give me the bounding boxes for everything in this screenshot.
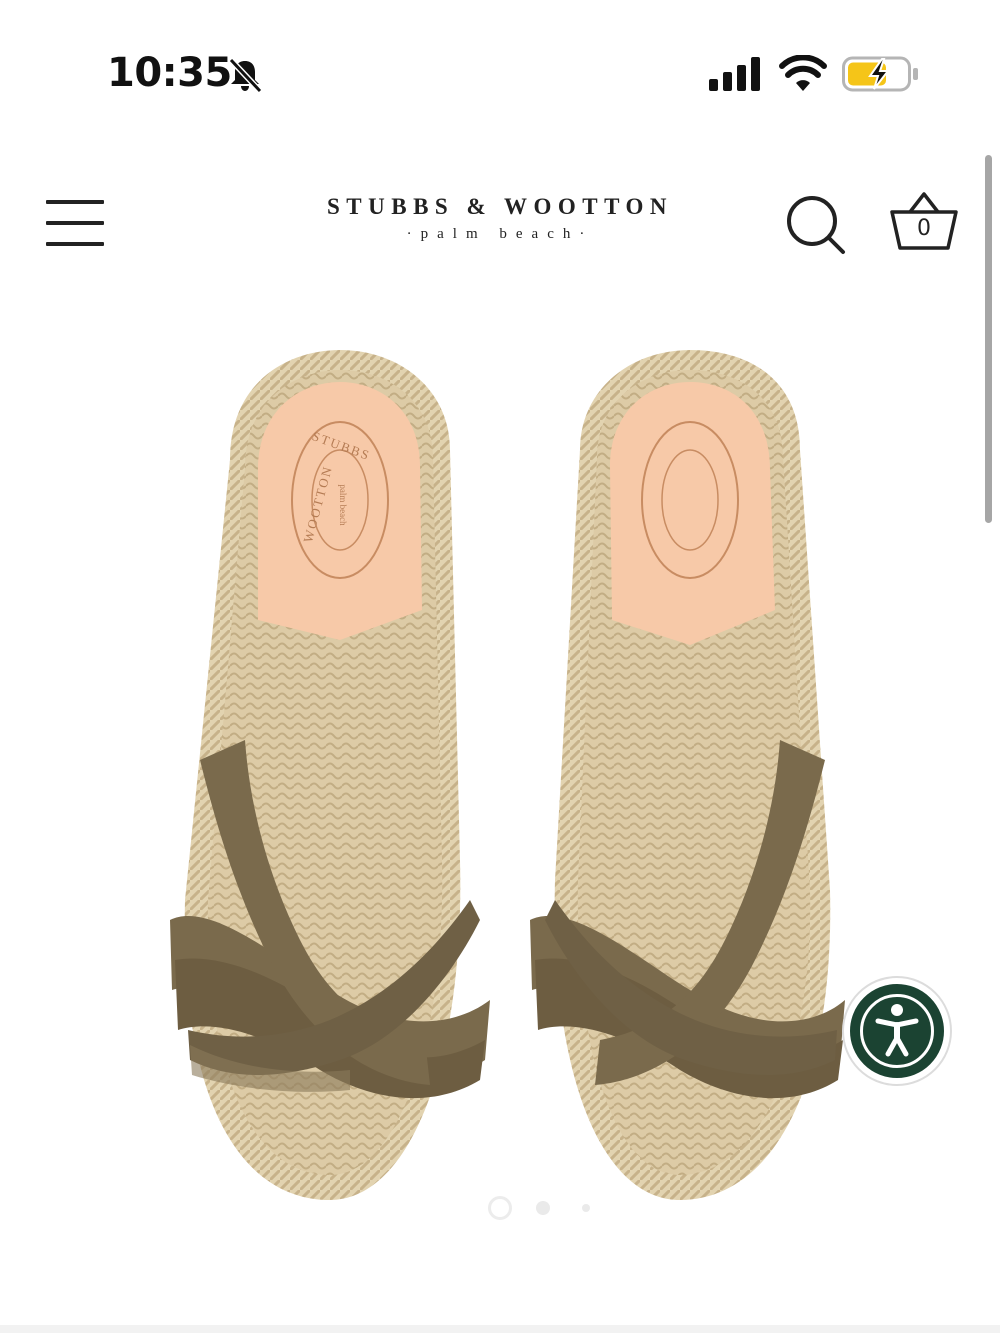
brand-tagline: ·palm beach· bbox=[406, 226, 594, 242]
battery-charging-icon bbox=[842, 56, 918, 92]
status-time: 10:35 bbox=[107, 50, 232, 96]
product-image[interactable]: STUBBS palm beach WOOTTON bbox=[150, 340, 850, 1200]
carousel-dots bbox=[0, 1196, 1000, 1220]
right-sandal bbox=[530, 350, 845, 1200]
menu-icon[interactable] bbox=[46, 200, 104, 248]
brand-logo[interactable]: STUBBS & WOOTTON ·palm beach· bbox=[300, 194, 700, 243]
bell-off-icon bbox=[228, 57, 263, 94]
accessibility-button[interactable] bbox=[844, 978, 950, 1084]
scrollbar[interactable] bbox=[985, 155, 992, 523]
search-icon[interactable] bbox=[785, 194, 847, 256]
accessibility-icon bbox=[875, 1004, 919, 1057]
carousel-dot-2[interactable] bbox=[536, 1201, 550, 1215]
signal-icon bbox=[709, 57, 760, 91]
cart-icon[interactable]: 0 bbox=[888, 190, 960, 254]
bottom-bar bbox=[0, 1325, 1000, 1333]
cart-count: 0 bbox=[917, 216, 931, 241]
carousel-dot-1[interactable] bbox=[488, 1196, 512, 1220]
left-sandal: STUBBS palm beach WOOTTON bbox=[170, 350, 490, 1200]
status-bar: 10:35 bbox=[0, 0, 1000, 150]
carousel-dot-3[interactable] bbox=[582, 1204, 590, 1212]
brand-name: STUBBS & WOOTTON bbox=[326, 194, 673, 219]
wifi-icon bbox=[779, 55, 827, 91]
insole-stamp-center: palm beach bbox=[338, 484, 348, 526]
site-header: STUBBS & WOOTTON ·palm beach· 0 bbox=[0, 170, 1000, 280]
